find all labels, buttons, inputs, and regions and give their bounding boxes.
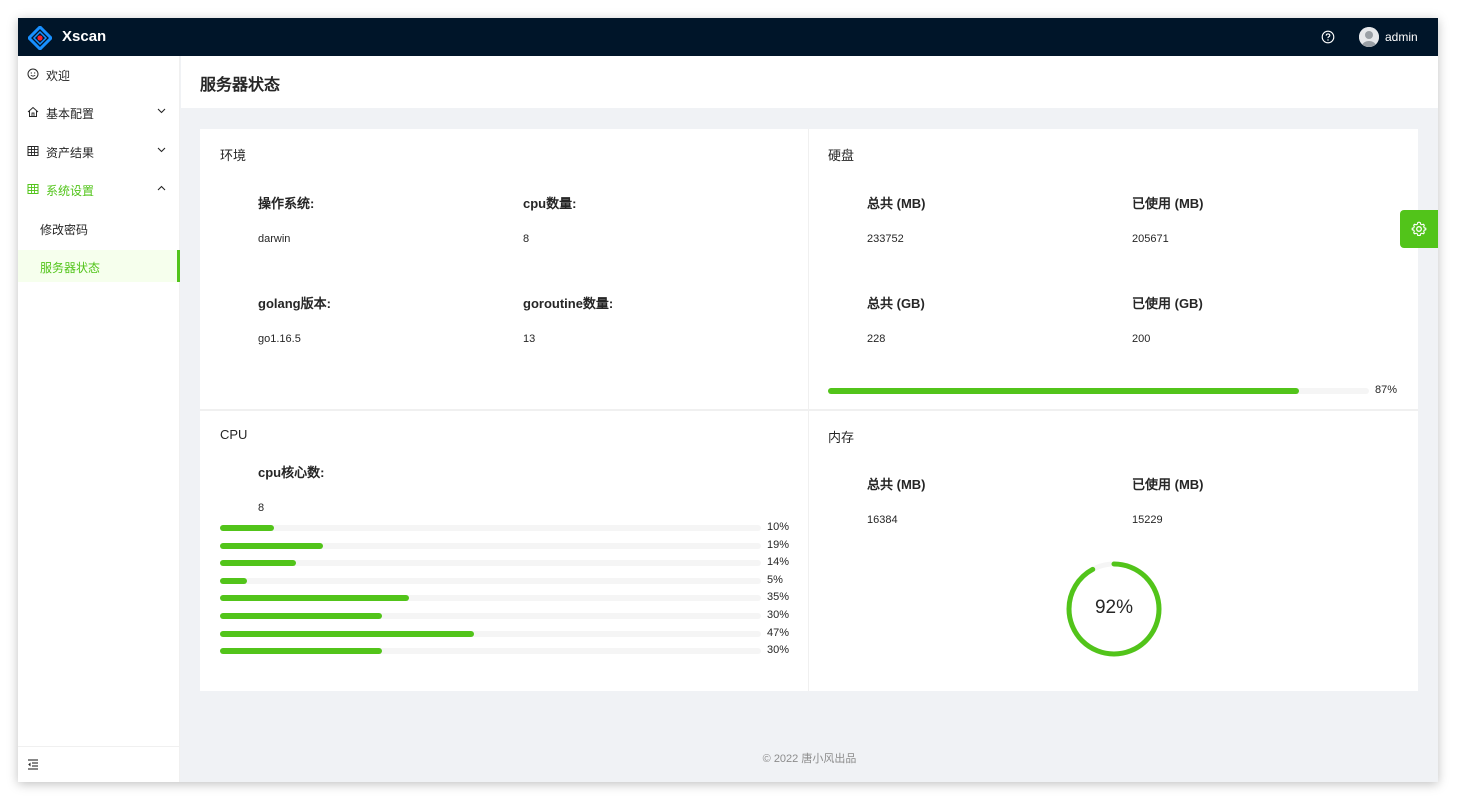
sidebar-item-label: 欢迎: [46, 69, 71, 83]
cpu-cores-value: 8: [258, 502, 265, 514]
home-icon: [27, 106, 39, 117]
chevron-up-icon: [157, 185, 166, 191]
username[interactable]: admin: [1385, 30, 1418, 44]
cpu-core-usage-fill: [220, 525, 275, 531]
disk-section-title: 硬盘: [828, 148, 855, 163]
cpu-cores-label: cpu核心数:: [258, 465, 325, 480]
cpu-count-value: 8: [523, 233, 530, 245]
app-title[interactable]: Xscan: [62, 28, 106, 45]
disk-total-gb-label: 总共 (GB): [867, 296, 925, 311]
cpu-core-usage-progress: [220, 577, 761, 584]
sidebar-item-server-status[interactable]: 服务器状态: [18, 250, 180, 282]
collapse-sidebar-button[interactable]: [18, 746, 180, 782]
cpu-core-usage-fill: [220, 630, 475, 637]
disk-usage-progress: [828, 388, 1369, 394]
disk-used-mb-value: 205671: [1132, 233, 1169, 245]
chevron-down-icon: [157, 108, 166, 114]
menu-fold-icon: [28, 759, 38, 770]
cpu-core-usage-percent: 30%: [767, 644, 790, 657]
sidebar-item-label: 系统设置: [46, 184, 95, 198]
memory-total-mb-value: 16384: [867, 514, 898, 526]
os-value: darwin: [258, 233, 291, 245]
sidebar-item-label: 基本配置: [46, 107, 95, 121]
user-avatar-icon: [1359, 27, 1379, 47]
memory-used-mb-value: 15229: [1132, 514, 1163, 526]
cpu-core-usage-progress: [220, 595, 761, 602]
disk-used-mb-label: 已使用 (MB): [1132, 196, 1204, 211]
sidebar-item-welcome[interactable]: 欢迎: [18, 58, 180, 90]
table-icon: [27, 146, 39, 156]
xscan-logo-icon[interactable]: [28, 26, 52, 50]
chevron-down-icon: [157, 147, 166, 153]
app-window: Xscan admin 欢迎 基本配置 资产结果 系统设置 修改密码 服务器状态…: [18, 18, 1438, 782]
cpu-core-usage-fill: [220, 560, 296, 567]
cpu-core-usage-progress: [220, 648, 761, 655]
submenu-item-label: 修改密码: [40, 223, 89, 237]
page-header: 服务器状态: [181, 56, 1438, 108]
golang-version-label: golang版本:: [258, 296, 331, 311]
cpu-core-usage-fill: [220, 613, 383, 619]
goroutine-count-value: 13: [523, 333, 536, 345]
memory-total-mb-label: 总共 (MB): [867, 477, 926, 492]
top-header: Xscan admin: [18, 18, 1438, 56]
disk-total-gb-value: 228: [867, 333, 886, 345]
cpu-core-usage-progress: [220, 613, 761, 619]
smile-icon: [27, 68, 39, 80]
cpu-core-usage-percent: 47%: [767, 626, 790, 639]
cpu-core-usage-fill: [220, 542, 323, 549]
cpu-core-usage-percent: 35%: [767, 591, 790, 604]
submenu-item-label: 服务器状态: [40, 261, 101, 275]
gear-icon: [1411, 221, 1427, 236]
footer: © 2022 唐小风出品: [181, 750, 1438, 766]
golang-version-value: go1.16.5: [258, 333, 301, 345]
sidebar-item-change-password[interactable]: 修改密码: [18, 212, 180, 244]
sidebar: 欢迎 基本配置 资产结果 系统设置 修改密码 服务器状态: [18, 56, 180, 782]
goroutine-count-label: goroutine数量:: [523, 296, 614, 311]
sidebar-item-basic-config[interactable]: 基本配置: [18, 96, 180, 128]
cpu-core-usage-percent: 19%: [767, 538, 790, 551]
server-status-card: 环境 操作系统: darwin cpu数量: 8 golang版本: go1.1…: [200, 129, 1418, 691]
cpu-core-usage-percent: 10%: [767, 521, 790, 533]
page-title: 服务器状态: [200, 77, 281, 94]
question-circle-icon[interactable]: [1321, 30, 1335, 44]
disk-used-gb-label: 已使用 (GB): [1132, 296, 1203, 311]
sidebar-item-label: 资产结果: [46, 146, 95, 160]
horizontal-divider: [200, 409, 1418, 411]
cpu-section-title: CPU: [220, 427, 248, 442]
disk-used-gb-value: 200: [1132, 333, 1151, 345]
disk-usage-percent: 87%: [1375, 384, 1398, 396]
footer-text: 2022 唐小风出品: [773, 753, 857, 765]
cpu-core-usage-fill: [220, 648, 383, 655]
disk-usage-progress-fill: [828, 388, 1299, 394]
avatar[interactable]: [1359, 27, 1379, 47]
disk-total-mb-label: 总共 (MB): [867, 196, 926, 211]
os-label: 操作系统:: [258, 196, 315, 211]
env-section-title: 环境: [220, 148, 247, 163]
settings-drawer-button[interactable]: [1400, 210, 1438, 248]
sidebar-item-system-settings[interactable]: 系统设置: [18, 173, 180, 205]
cpu-core-usage-progress: [220, 525, 761, 531]
memory-used-mb-label: 已使用 (MB): [1132, 477, 1204, 492]
copyright-icon: ©: [762, 753, 771, 765]
cpu-core-usage-percent: 14%: [767, 556, 790, 569]
cpu-core-usage-fill: [220, 595, 410, 602]
memory-usage-percent: 92%: [1094, 597, 1134, 618]
cpu-core-usage-fill: [220, 577, 248, 584]
cpu-core-usage-percent: 30%: [767, 609, 790, 621]
grid-icon: [27, 184, 39, 194]
cpu-count-label: cpu数量:: [523, 196, 577, 211]
cpu-core-usage-progress: [220, 542, 761, 549]
memory-section-title: 内存: [828, 430, 855, 445]
cpu-core-usage-progress: [220, 630, 761, 637]
sidebar-item-asset-results[interactable]: 资产结果: [18, 135, 180, 167]
cpu-core-usage-percent: 5%: [767, 573, 783, 586]
cpu-core-usage-progress: [220, 560, 761, 567]
disk-total-mb-value: 233752: [867, 233, 904, 245]
